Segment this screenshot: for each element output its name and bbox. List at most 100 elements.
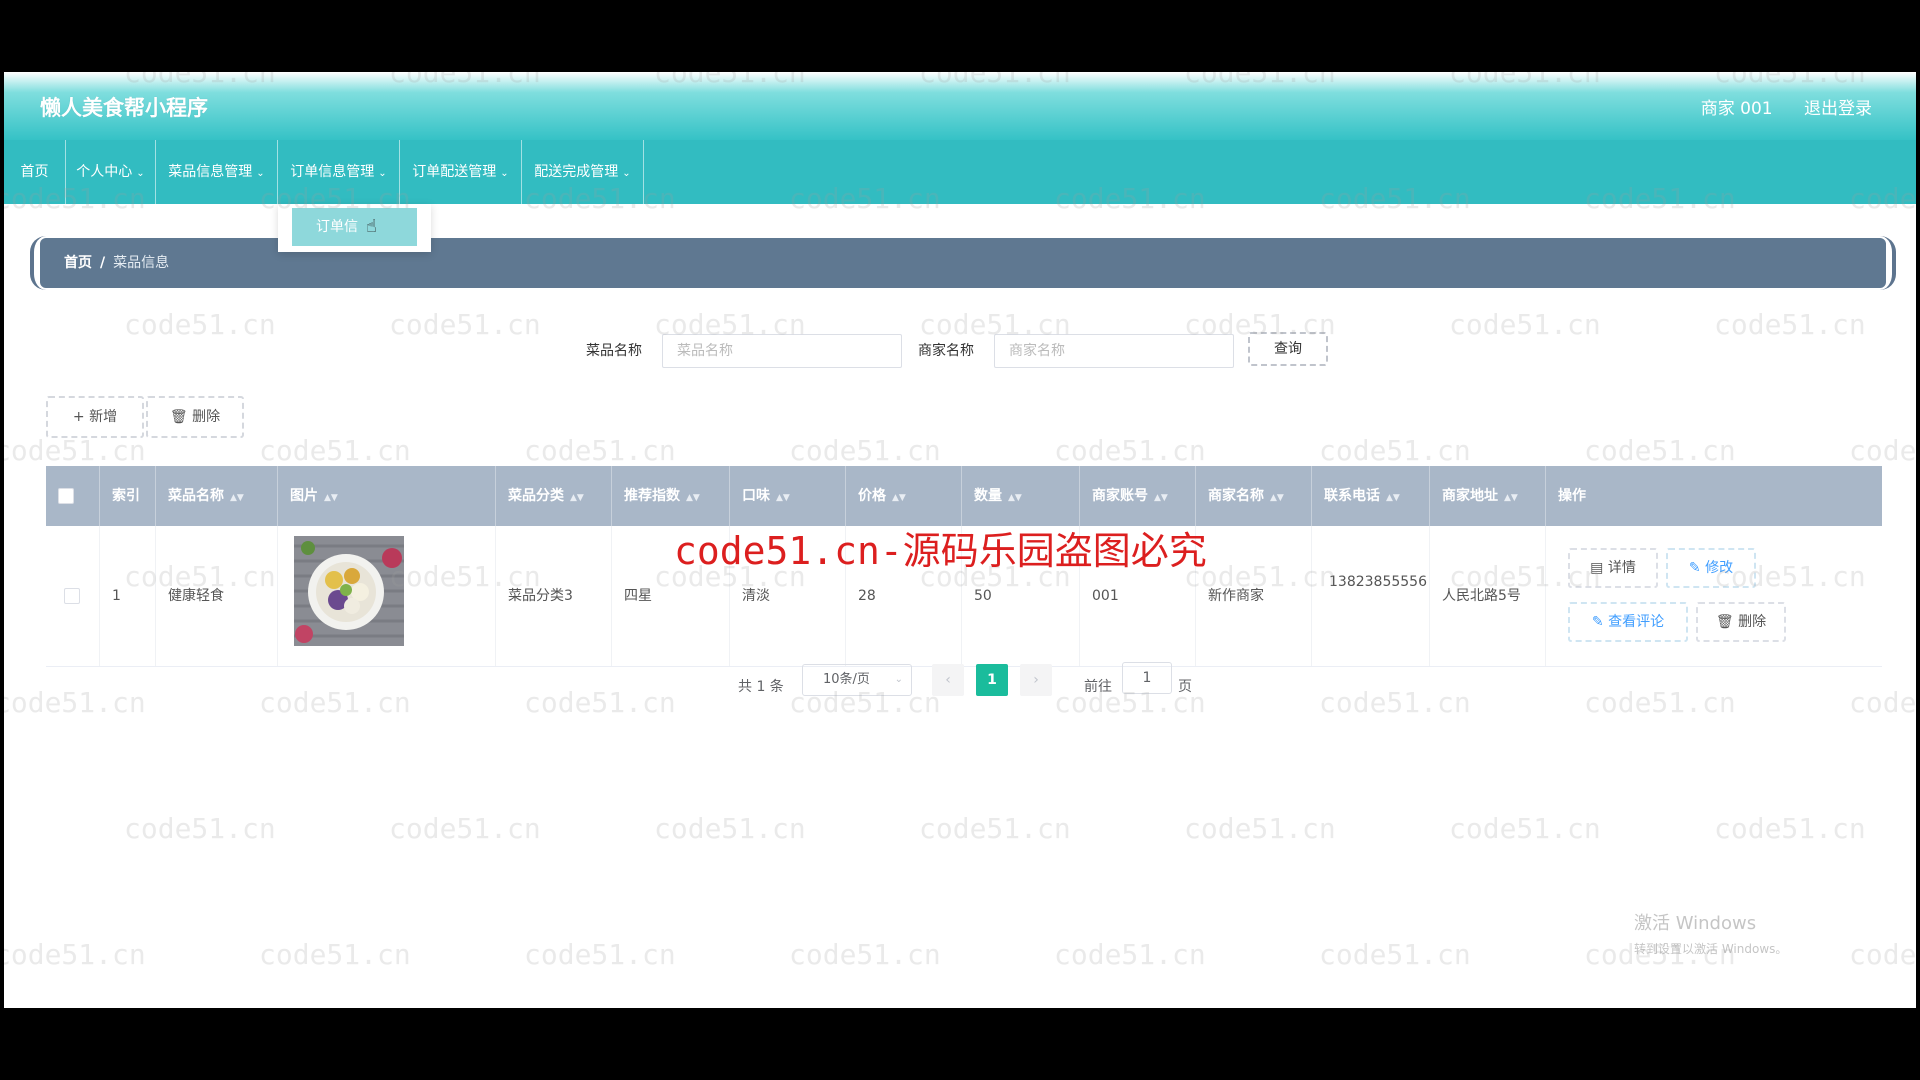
chevron-down-icon: ⌄ [622, 168, 631, 179]
watermark-text: code51.cn [259, 938, 411, 971]
column-header-category[interactable]: 菜品分类 ▲▼ [496, 466, 612, 526]
row-checkbox[interactable] [64, 588, 80, 604]
watermark-text: code51.cn [524, 686, 676, 719]
column-header-quantity[interactable]: 数量 ▲▼ [962, 466, 1080, 526]
edit-button[interactable]: ✎ 修改 [1666, 548, 1756, 588]
column-header-rating[interactable]: 推荐指数 ▲▼ [612, 466, 730, 526]
pencil-icon: ✎ [1591, 614, 1609, 630]
cell-name: 健康轻食 [156, 526, 278, 666]
watermark-text: code51.cn [389, 812, 541, 845]
sort-icon: ▲▼ [324, 493, 338, 503]
watermark-text: code51.cn [1849, 938, 1916, 971]
column-header-image[interactable]: 图片 ▲▼ [278, 466, 496, 526]
breadcrumb-current: 菜品信息 [113, 255, 170, 271]
watermark-text: code51.cn [1714, 812, 1866, 845]
nav-label: 订单配送管理 [412, 164, 497, 180]
query-button[interactable]: 查询 [1248, 332, 1328, 366]
nav-item-delivery-management[interactable]: 订单配送管理 ⌄ [400, 140, 522, 204]
chevron-down-icon: ⌄ [500, 168, 509, 179]
watermark-text: code51.cn [4, 434, 146, 467]
sort-icon: ▲▼ [1154, 493, 1168, 503]
goto-prefix: 前往 [1084, 679, 1112, 695]
sort-icon: ▲▼ [570, 493, 584, 503]
nav-label: 个人中心 [76, 164, 133, 180]
cell-index: 1 [100, 526, 156, 666]
hand-cursor-icon: ☝ [366, 216, 377, 237]
sort-icon: ▲▼ [230, 493, 244, 503]
app-screen: 懒人美食帮小程序 商家 001 退出登录 首页 个人中心 ⌄ 菜品信息管理 ⌄ 订单… [4, 72, 1916, 1008]
goto-page-input[interactable]: 1 [1122, 662, 1172, 694]
watermark-text: code51.cn [1449, 308, 1601, 341]
watermark-text: code51.cn [1584, 686, 1736, 719]
copyright-banner: code51.cn-源码乐园盗图必究 [674, 529, 1207, 573]
prev-page-button[interactable]: ‹ [932, 664, 964, 696]
column-header-merchant[interactable]: 商家名称 ▲▼ [1196, 466, 1312, 526]
column-header-phone[interactable]: 联系电话 ▲▼ [1312, 466, 1430, 526]
main-nav: 首页 个人中心 ⌄ 菜品信息管理 ⌄ 订单信息管理 ⌄ 订单配送管理 ⌄ 配送完成管理 ⌄ [4, 140, 1916, 204]
watermark-text: code51.cn [124, 812, 276, 845]
column-header-price[interactable]: 价格 ▲▼ [846, 466, 962, 526]
watermark-text: code51.cn [1449, 812, 1601, 845]
column-header-taste[interactable]: 口味 ▲▼ [730, 466, 846, 526]
row-delete-button[interactable]: 🗑 删除 [1696, 602, 1786, 642]
nav-item-dish-management[interactable]: 菜品信息管理 ⌄ [156, 140, 278, 204]
add-button[interactable]: + 新增 [46, 396, 144, 438]
chevron-down-icon: ⌄ [136, 168, 145, 179]
sort-icon: ▲▼ [1386, 493, 1400, 503]
logout-link[interactable]: 退出登录 [1804, 99, 1872, 119]
watermark-text: code51.cn [259, 686, 411, 719]
watermark-text: code51.cn [1849, 434, 1916, 467]
trash-icon: 🗑 [169, 409, 193, 425]
watermark-text: code51.cn [1714, 308, 1866, 341]
dish-name-input[interactable]: 菜品名称 [662, 334, 902, 368]
watermark-text: code51.cn [4, 938, 146, 971]
current-user[interactable]: 商家 001 [1701, 99, 1773, 119]
column-header-address[interactable]: 商家地址 ▲▼ [1430, 466, 1546, 526]
watermark-text: code51.cn [1849, 686, 1916, 719]
batch-delete-button[interactable]: 🗑 删除 [146, 396, 244, 438]
nav-item-home[interactable]: 首页 [4, 140, 66, 204]
goto-suffix: 页 [1178, 679, 1192, 695]
chevron-down-icon: ⌄ [256, 168, 265, 179]
chevron-down-icon: ⌄ [378, 168, 387, 179]
sort-icon: ▲▼ [686, 493, 700, 503]
detail-button[interactable]: ▤ 详情 [1568, 548, 1658, 588]
watermark-text: code51.cn [1319, 686, 1471, 719]
next-page-button[interactable]: › [1020, 664, 1052, 696]
column-header-name[interactable]: 菜品名称 ▲▼ [156, 466, 278, 526]
nav-item-order-management[interactable]: 订单信息管理 ⌄ [278, 140, 400, 204]
nav-item-personal-center[interactable]: 个人中心 ⌄ [66, 140, 156, 204]
page-number-button[interactable]: 1 [976, 664, 1008, 696]
dropdown-item-order-info[interactable]: 订单信 [292, 208, 417, 246]
watermark-text: code51.cn [654, 812, 806, 845]
windows-activation-notice: 激活 Windows 转到设置以激活 Windows。 [1634, 912, 1787, 961]
chevron-right-icon: › [1033, 672, 1039, 688]
row-select-cell [46, 526, 100, 666]
sort-icon: ▲▼ [1504, 493, 1518, 503]
watermark-text: code51.cn [259, 434, 411, 467]
watermark-text: code51.cn [789, 434, 941, 467]
merchant-name-label: 商家名称 [918, 343, 974, 359]
select-all-checkbox[interactable] [58, 488, 74, 504]
watermark-text: code51.cn [1054, 434, 1206, 467]
breadcrumb-home[interactable]: 首页 [64, 255, 92, 271]
cell-category: 菜品分类3 [496, 526, 612, 666]
table-header: 索引 菜品名称 ▲▼ 图片 ▲▼ 菜品分类 ▲▼ 推荐指数 ▲▼ 口味 ▲▼ 价格 ▲▼ 数… [46, 466, 1882, 526]
nav-label: 菜品信息管理 [168, 164, 253, 180]
select-all-cell [46, 466, 100, 526]
dish-name-label: 菜品名称 [586, 343, 642, 359]
user-area: 商家 001 退出登录 [1675, 94, 1872, 119]
column-header-actions: 操作 [1558, 488, 1586, 504]
page-size-select[interactable]: 10条/页 ⌄ [802, 664, 912, 696]
top-header: 懒人美食帮小程序 商家 001 退出登录 [4, 72, 1916, 140]
column-header-account[interactable]: 商家账号 ▲▼ [1080, 466, 1196, 526]
merchant-name-input[interactable]: 商家名称 [994, 334, 1234, 368]
watermark-text: code51.cn [4, 686, 146, 719]
dish-image[interactable] [294, 536, 404, 646]
page-size-value: 10条/页 [823, 672, 870, 687]
watermark-text: code51.cn [524, 434, 676, 467]
delete-button-label: 删除 [192, 409, 221, 425]
watermark-text: code51.cn [919, 812, 1071, 845]
view-reviews-button[interactable]: ✎ 查看评论 [1568, 602, 1688, 642]
nav-item-delivery-complete[interactable]: 配送完成管理 ⌄ [522, 140, 644, 204]
